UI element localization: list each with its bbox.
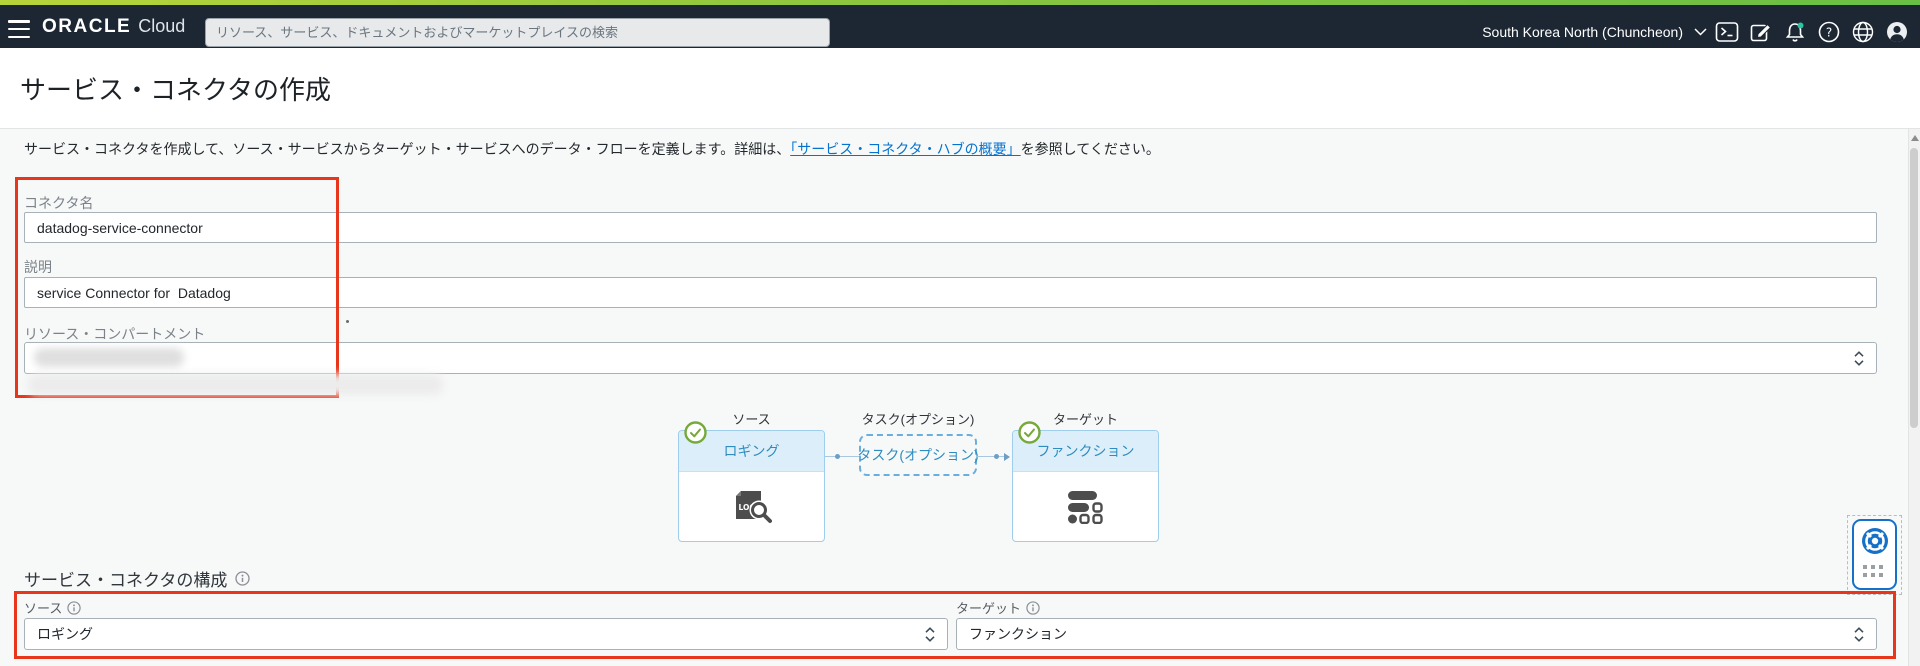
page-title: サービス・コネクタの作成 <box>20 75 331 105</box>
config-section-heading-row: サービス・コネクタの構成 <box>24 566 250 591</box>
logo-oracle-text: ORACLE <box>42 15 132 37</box>
info-icon[interactable] <box>67 600 82 615</box>
diagram-task-label: タスク(オプション) <box>861 412 975 427</box>
redacted-compartment-path <box>28 374 443 395</box>
config-target-label: ターゲット <box>956 601 1022 616</box>
connector-name-label: コネクタ名 <box>24 195 94 211</box>
connector-dot-left <box>835 454 840 459</box>
oracle-cloud-console: ORACLE Cloud South Korea North (Chuncheo… <box>0 0 1920 666</box>
select-updown-chevron-icon <box>925 626 935 642</box>
help-icon[interactable]: ? <box>1812 10 1846 53</box>
logging-logs-icon: LOGS <box>735 491 774 526</box>
intro-text: サービス・コネクタを作成して、ソース・サービスからターゲット・サービスへのデータ… <box>24 139 1160 159</box>
compartment-label: リソース・コンパートメント <box>24 326 206 342</box>
search-input[interactable] <box>205 18 830 47</box>
functions-icon <box>1067 491 1103 524</box>
connector-line-right <box>977 456 1007 457</box>
connector-dot-right <box>994 454 999 459</box>
stray-dot <box>346 320 349 323</box>
chevron-down-icon[interactable] <box>1690 10 1710 53</box>
target-complete-check-icon <box>1018 421 1041 444</box>
config-heading-text: サービス・コネクタの構成 <box>24 571 228 590</box>
compartment-select[interactable] <box>24 342 1877 374</box>
target-select[interactable]: ファンクション <box>956 618 1877 650</box>
select-updown-chevron-icon <box>1854 350 1864 366</box>
description-label: 説明 <box>24 259 52 275</box>
user-avatar-icon[interactable] <box>1880 10 1914 53</box>
top-navigation-bar: ORACLE Cloud South Korea North (Chuncheo… <box>0 5 1920 48</box>
cloud-shell-icon[interactable] <box>1710 10 1744 53</box>
life-ring-icon <box>1862 528 1888 554</box>
svg-text:?: ? <box>1826 25 1832 39</box>
help-widget-button[interactable] <box>1852 519 1897 590</box>
target-card: ファンクション <box>1012 430 1159 542</box>
connector-name-input[interactable] <box>24 212 1877 243</box>
overview-link[interactable]: 「サービス・コネクタ・ハブの概要」 <box>790 141 1020 157</box>
source-complete-check-icon <box>684 421 707 444</box>
hamburger-menu-icon[interactable] <box>8 20 30 38</box>
connector-arrow-icon <box>1004 453 1010 461</box>
select-updown-chevron-icon <box>1854 626 1864 642</box>
config-target-label-row: ターゲット <box>956 598 1040 617</box>
notifications-bell-icon[interactable] <box>1778 10 1812 53</box>
oracle-cloud-logo[interactable]: ORACLE Cloud <box>42 5 185 48</box>
source-select[interactable]: ロギング <box>24 618 948 650</box>
description-input[interactable] <box>24 277 1877 308</box>
region-selector[interactable]: South Korea North (Chuncheon) <box>1482 24 1683 40</box>
topbar-right-cluster: South Korea North (Chuncheon) ? <box>1482 10 1914 53</box>
content-background <box>0 129 1920 666</box>
language-globe-icon[interactable] <box>1846 10 1880 53</box>
intro-before-link: サービス・コネクタを作成して、ソース・サービスからターゲット・サービスへのデータ… <box>24 141 791 157</box>
config-source-label-row: ソース <box>24 598 82 617</box>
widget-drag-handle[interactable] <box>1863 565 1886 577</box>
info-icon[interactable] <box>1026 600 1040 615</box>
redacted-compartment-value <box>34 348 184 367</box>
connector-line-left <box>825 456 859 457</box>
logo-cloud-text: Cloud <box>138 16 186 36</box>
scrollbar-up-arrow-icon[interactable] <box>1911 135 1919 141</box>
config-source-label: ソース <box>24 601 63 616</box>
task-optional-box: タスク(オプション) <box>857 434 979 476</box>
info-icon[interactable] <box>235 571 250 586</box>
scrollbar-thumb[interactable] <box>1910 148 1918 428</box>
announcements-icon[interactable] <box>1744 10 1778 53</box>
source-card: ロギング LOGS <box>678 430 825 542</box>
intro-after-link: を参照してください。 <box>1020 141 1160 157</box>
